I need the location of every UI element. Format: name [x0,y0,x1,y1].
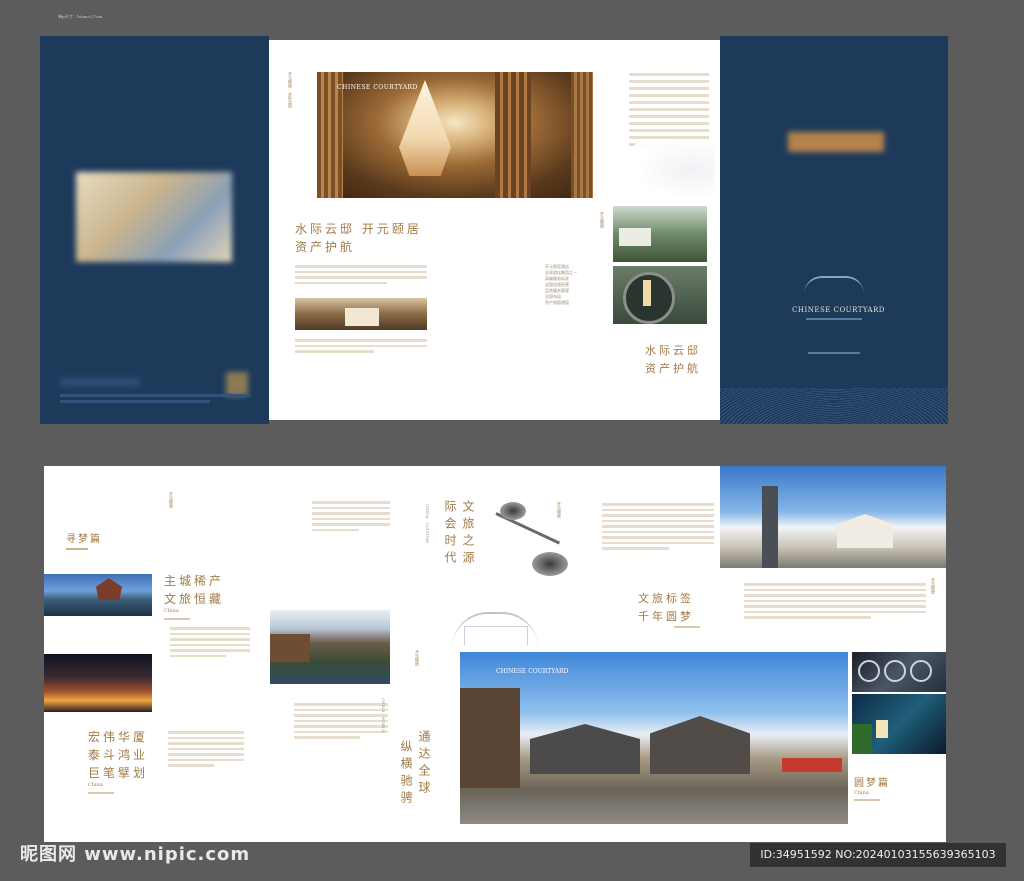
headline-hongwei-3: 巨笔擘划 [88,766,149,780]
vertical-subtitle: CHINA · CULTURE [425,504,430,544]
fine-print-line [60,394,250,397]
old-building [270,634,310,662]
canal-bridge-photo [44,574,152,616]
section-xunmeng: 寻梦篇 [66,534,102,545]
spec-note: 单p尺寸：16cm×27cm [58,14,103,19]
hall-light [345,308,379,326]
section-subtitle-line [66,548,88,550]
headline-line-1: 水际云邸 开元颐居 [295,222,422,236]
cover-subtitle-line [806,318,862,320]
image-id-label: ID:34951592 NO:20240103155639365103 [750,843,1006,867]
pine-needles [532,552,568,576]
section-yuanmeng: 圆梦篇 [854,778,890,789]
pillar-right [495,72,531,198]
lantern-light [876,720,888,738]
blurred-qr-code [226,372,248,396]
side-label-5: 开元颐居 [557,502,562,518]
side-label-6: 开元颐居 [931,578,936,594]
headline-hongwei-2: 泰斗鸿业 [88,748,149,762]
main-building [650,716,750,774]
red-umbrellas [782,758,842,772]
headline-wenlv-col2: 际会时代 [443,500,457,568]
nipic-logo: 昵图网 www.nipic.com [20,844,251,865]
subtitle-line [164,618,190,620]
side-label-2: 开元颐居 [600,212,605,228]
town-gate-photo [720,466,946,568]
subtitle-line-4 [854,799,880,801]
side-label: 开元颐居 · 水际云邸 [288,72,293,108]
pine-needles [500,502,526,520]
middle-paragraph-top [312,498,390,534]
right-headline-2: 资产护航 [645,362,701,375]
headline-hongwei-1: 宏伟华厦 [88,730,149,744]
hotel-hall-photo [295,298,427,330]
inner-spread-top: 开元颐居 · 水际云邸 CHINESE COURTYARD 水际云邸 开元颐居 … [269,40,720,420]
subtitle-line-3 [674,626,700,628]
canal-street-photo [270,610,390,684]
front-cover-panel: CHINESE COURTYARD [720,36,948,424]
night-street-photo [44,654,152,712]
headline-wenlv-col1: 文旅之源 [461,500,475,568]
cover-brand: CHINESE COURTYARD [792,306,885,314]
wave-pattern [720,388,948,424]
town-square-photo: CHINESE COURTYARD [460,652,848,824]
lantern [643,280,651,306]
ornament-photo [852,652,946,692]
white-house [837,514,893,548]
gate-tower [762,486,778,568]
headline-zhucheng-1: 主城稀产 [164,574,225,588]
hotel-lobby-photo: CHINESE COURTYARD [317,72,593,198]
body-paragraph [295,262,427,287]
leaf-decoration [635,140,715,200]
garden-photo [613,206,707,262]
headline-biaoqian-2: 千年圆梦 [638,610,694,623]
headline-zhucheng-2: 文旅恒藏 [164,592,225,606]
photo-overlay-title: CHINESE COURTYARD [337,84,418,91]
pillar-far-right [571,72,593,198]
bottom-spread: 寻梦篇 开元颐居 主城稀产 文旅恒藏 China 宏伟华厦 泰斗鸿业 巨笔擘划 … [44,466,946,842]
night-lantern-photo [852,694,946,754]
feature-list: 开元颐居酒店 全球酒店集团之一 高端服务标准 全国连锁经营 品质服务管理 全国布… [545,264,615,306]
side-label-4: 开元颐居 [415,650,420,666]
fine-print-line [60,400,210,403]
feature-item: 资产保值增值 [545,300,569,305]
headline-tongda-col1: 通达全球 [417,730,431,798]
cover-roof-emblem [804,276,864,294]
palm-fronds [852,724,872,754]
blurred-cover-title [788,132,884,152]
pagoda [96,578,122,600]
round-ornament [910,660,932,682]
body-paragraph-2 [295,336,427,356]
china-label-3: China [854,790,869,796]
chandelier-sculpture [399,80,451,176]
photo-overlay-title-2: CHINESE COURTYARD [496,668,569,675]
left-building [460,688,520,788]
top-spread: 开元颐居 · 水际云邸 CHINESE COURTYARD 水际云邸 开元颐居 … [40,36,948,424]
vertical-subtitle-2: CHINA · WORLD [381,698,386,733]
back-cover-panel [40,36,269,424]
moon-gate-photo [613,266,707,324]
hongwei-paragraph [168,728,244,770]
hall-building [530,724,640,774]
pavilion-body-outline [464,626,528,645]
subtitle-line-2 [88,792,114,794]
headline-biaoqian-1: 文旅标签 [638,592,694,605]
headline-tongda-col2: 纵横驰骋 [399,740,413,808]
right-headline-1: 水际云邸 [645,344,701,357]
pavilion-roof [619,228,651,246]
right-paragraph-top [602,500,714,553]
china-label-1: China [164,608,179,614]
round-ornament [884,660,906,682]
cover-slogan-line [808,352,860,354]
right-paragraph-mid [744,580,926,622]
blurred-logo-image [76,172,232,262]
zhucheng-paragraph [170,624,250,660]
headline-line-2: 资产护航 [295,240,356,254]
china-label-2: China [88,782,103,788]
side-label-3: 开元颐居 [169,492,174,508]
middle-paragraph-bottom [294,700,388,742]
blurred-contact-text [60,378,140,386]
round-ornament [858,660,880,682]
